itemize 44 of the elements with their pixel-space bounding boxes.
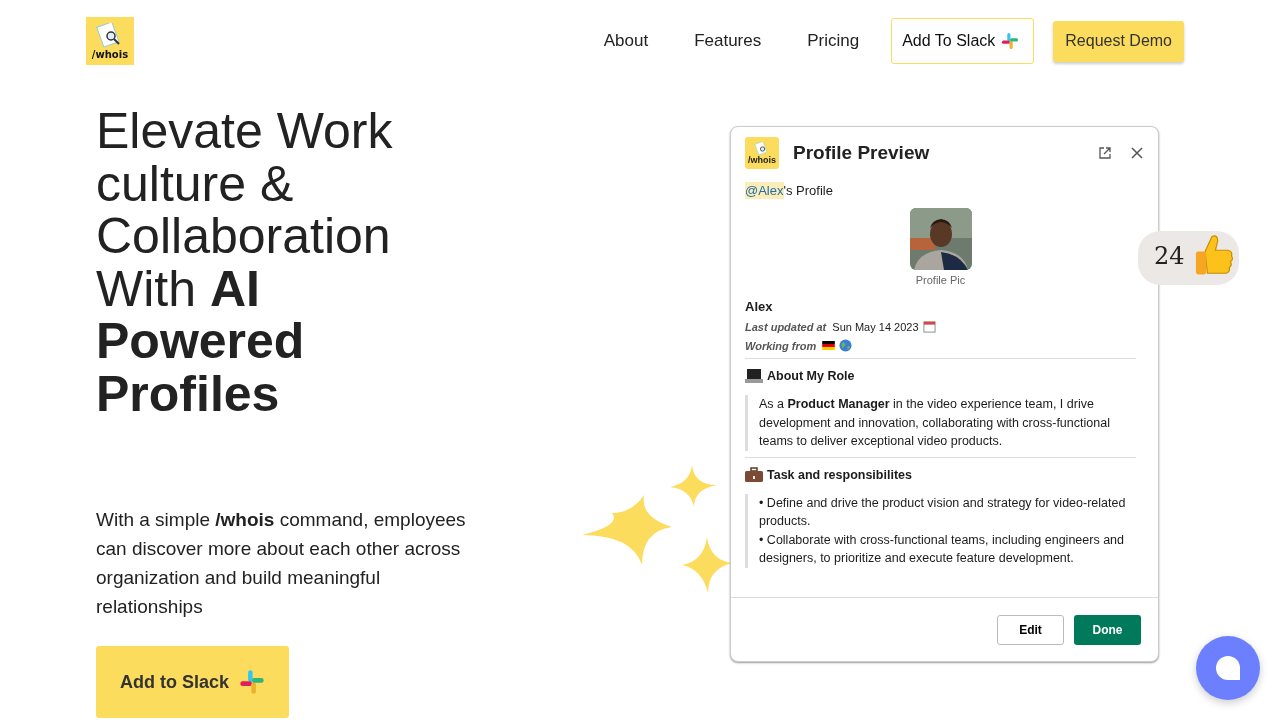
hero-description: With a simple /whois command, employees can discover more about each other across organization and build meaningful relationships (96, 508, 466, 619)
hero-title-line: Profiles (96, 367, 280, 420)
close-icon[interactable] (1130, 146, 1144, 160)
image-caption: Profile Pic (915, 274, 966, 286)
field-label: Working from (745, 339, 817, 352)
flag-icon (822, 341, 836, 350)
logo-text: /whois (91, 49, 129, 60)
hero-title-line: Powered (96, 315, 305, 368)
whois-logo[interactable]: /whois (86, 17, 134, 65)
date-text: Sun May 14 2023 (832, 320, 919, 333)
section-heading: Task and responsibilites (767, 467, 912, 482)
section-text: As a Product Manager in the video experience team, I drive development and innovation, collaborating with cross-functional teams to deliver exceptional video products. (759, 396, 1111, 450)
slack-icon (1001, 32, 1020, 50)
slack-icon (239, 669, 265, 695)
section-text: • Collaborate with cross-functional teams, including engineers and designers, to prioritize and execute feature development. (759, 531, 1125, 567)
external-link-icon[interactable] (1098, 146, 1112, 160)
edit-button[interactable]: Edit (997, 614, 1064, 645)
nav-link[interactable]: About (603, 31, 649, 51)
modal-title: Profile Preview (793, 142, 931, 164)
add-to-slack-button[interactable]: Add to Slack (96, 646, 289, 718)
hero-title-line: Collaboration (96, 210, 391, 263)
hero-title-line: With AI (96, 262, 260, 315)
add-to-slack-button[interactable]: Add To Slack (891, 18, 1035, 64)
section-text: • Define and drive the product vision and strategy for video-related products. (759, 494, 1127, 530)
chat-button[interactable] (1196, 636, 1260, 700)
hero-title-line: culture & (96, 157, 294, 210)
user-name: Alex (745, 299, 774, 314)
logo-text: /whois (748, 155, 776, 165)
globe-icon (839, 339, 853, 352)
request-demo-button[interactable]: Request Demo (1053, 20, 1184, 62)
briefcase-icon (745, 466, 763, 483)
nav-link[interactable]: Pricing (807, 31, 860, 51)
field-label: Last updated at (745, 320, 827, 333)
reaction-count: 24 (1154, 242, 1185, 270)
user-mention[interactable]: @Alex (745, 182, 784, 199)
laptop-icon (745, 368, 763, 384)
chat-bubble-icon (1215, 655, 1241, 681)
done-button[interactable]: Done (1074, 614, 1141, 645)
profile-label: 's Profile (783, 183, 833, 198)
magnifier-document-icon (754, 141, 770, 156)
calendar-icon (922, 320, 936, 333)
section-heading: About My Role (767, 369, 855, 383)
hero-title-line: Elevate Work (96, 105, 393, 158)
nav-link[interactable]: Features (694, 31, 762, 51)
